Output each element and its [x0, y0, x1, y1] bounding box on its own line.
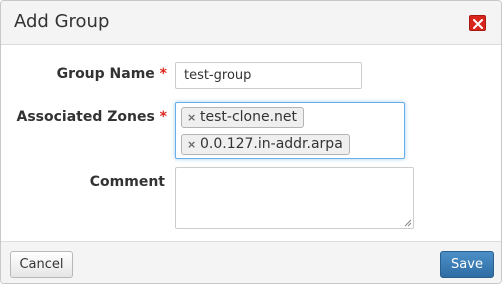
associated-zones-input[interactable]: × test-clone.net × 0.0.127.in-addr.arpa — [175, 102, 405, 159]
associated-zones-label: Associated Zones * — [11, 109, 167, 125]
save-button[interactable]: Save — [440, 251, 494, 278]
associated-zones-label-text: Associated Zones — [16, 109, 155, 125]
dialog-title: Add Group — [14, 11, 110, 32]
remove-chip-icon[interactable]: × — [187, 135, 196, 154]
group-name-label: Group Name * — [41, 66, 167, 82]
zone-chip-label: 0.0.127.in-addr.arpa — [200, 136, 343, 152]
comment-textarea[interactable] — [175, 167, 414, 229]
zone-chip: × 0.0.127.in-addr.arpa — [181, 134, 350, 155]
zone-chip-label: test-clone.net — [200, 109, 298, 125]
remove-chip-icon[interactable]: × — [187, 108, 196, 127]
required-marker: * — [159, 109, 167, 125]
comment-label-text: Comment — [89, 174, 165, 190]
add-group-dialog: Add Group Group Name * Associated Zones … — [0, 0, 502, 284]
zone-chip: × test-clone.net — [181, 107, 305, 128]
required-marker: * — [159, 66, 167, 82]
cancel-button[interactable]: Cancel — [10, 251, 73, 278]
comment-label: Comment — [41, 174, 165, 190]
group-name-input[interactable] — [175, 62, 362, 89]
group-name-label-text: Group Name — [56, 66, 155, 82]
resize-handle-icon[interactable] — [404, 219, 412, 227]
dialog-header: Add Group — [1, 1, 501, 45]
close-button[interactable] — [469, 15, 486, 31]
close-icon — [473, 19, 483, 29]
dialog-footer: Cancel Save — [1, 241, 501, 283]
